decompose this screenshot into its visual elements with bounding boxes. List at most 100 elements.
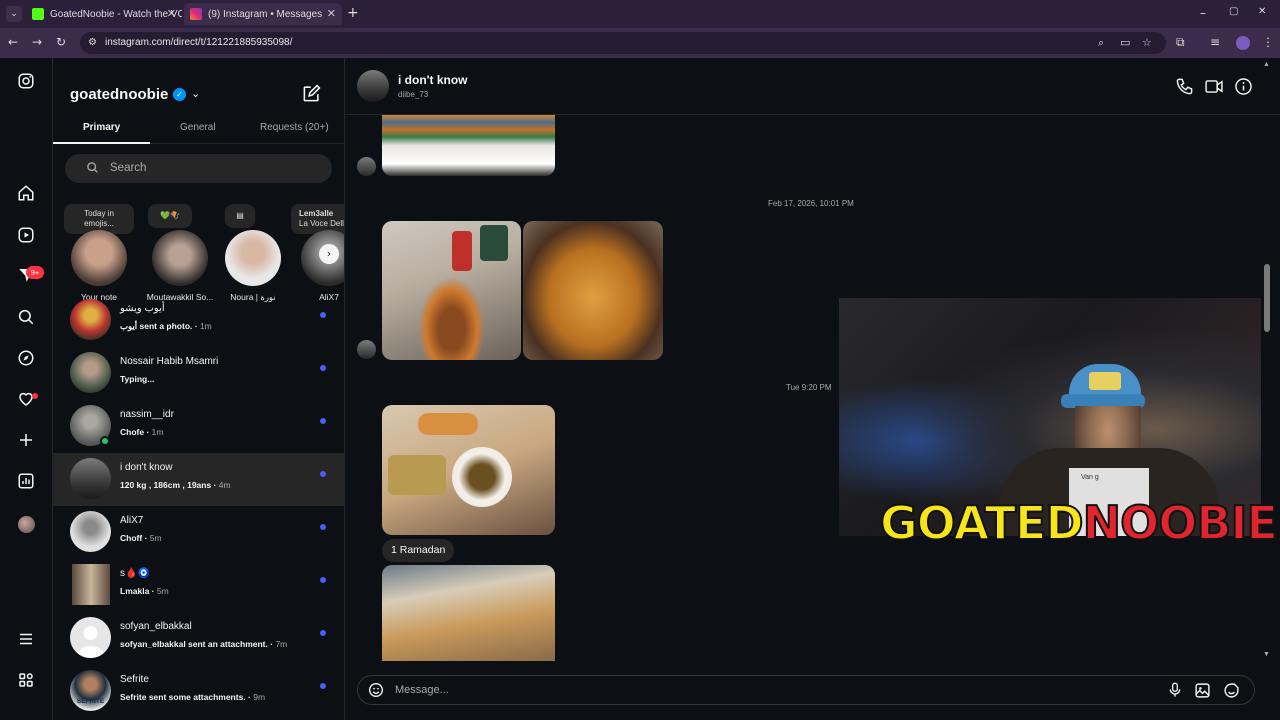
chat-subtitle: diibe_73 <box>398 90 429 99</box>
threads-icon[interactable] <box>14 671 38 695</box>
create-icon[interactable] <box>14 431 38 455</box>
message-caption[interactable]: 1 Ramadan <box>382 539 455 562</box>
sticker-icon[interactable] <box>1223 682 1240 704</box>
profile-avatar[interactable] <box>18 516 35 533</box>
chat-photo[interactable] <box>382 115 555 176</box>
reload-icon[interactable]: ↻ <box>56 35 66 49</box>
microphone-icon[interactable] <box>1167 682 1183 703</box>
unread-dot <box>320 630 326 636</box>
scroll-up-icon[interactable]: ▲ <box>1263 61 1270 68</box>
home-icon[interactable] <box>14 184 38 208</box>
note-text: La Voce Della <box>299 219 345 228</box>
close-tab-icon[interactable]: ✕ <box>327 7 336 20</box>
conversation-item[interactable]: AliX7 Choff · 5m <box>53 506 344 559</box>
site-info-icon[interactable]: ⚙ <box>88 32 97 54</box>
search-icon[interactable] <box>14 308 38 332</box>
extensions-icon[interactable]: ⧉ <box>1176 35 1185 50</box>
avatar-logo-text: SEFRITE <box>76 698 105 705</box>
chat-avatar[interactable] <box>357 70 389 102</box>
search-placeholder: Search <box>110 162 147 174</box>
stream-logo-text: GOATEDNOOBIE <box>879 495 1279 551</box>
story-avatar <box>71 230 127 286</box>
bookmark-star-icon[interactable]: ☆ <box>1142 32 1152 54</box>
close-tab-icon[interactable]: ✕ <box>167 7 176 20</box>
forward-icon[interactable]: → <box>32 35 42 49</box>
tab-general[interactable]: General <box>180 122 216 133</box>
scrollbar-thumb[interactable] <box>1264 264 1270 332</box>
unread-dot <box>320 577 326 583</box>
note-text: 💚🪁 <box>160 211 180 220</box>
conversation-info-icon[interactable] <box>1234 77 1253 101</box>
message-timestamp: Feb 17, 2026, 10:01 PM <box>768 199 854 208</box>
note-text: Today in <box>84 209 114 218</box>
story-noura[interactable]: Noura | نورة <box>223 230 283 303</box>
voice-call-icon[interactable] <box>1175 77 1194 101</box>
chat-title[interactable]: i don't know <box>398 73 468 87</box>
image-upload-icon[interactable] <box>1194 682 1211 704</box>
conversation-item[interactable]: SEFRITE Sefrite Sefrite sent some attach… <box>53 665 344 718</box>
conversation-preview: Choff · 5m <box>120 533 162 543</box>
zoom-icon[interactable]: ⌕ <box>1098 32 1104 54</box>
story-alix7[interactable]: AliX7 <box>299 230 344 302</box>
chat-photo[interactable] <box>382 221 521 360</box>
browser-tab-kick[interactable]: GoatedNoobie - Watch the VO ✕ <box>26 3 182 25</box>
maximize-button[interactable]: ▢ <box>1229 6 1238 17</box>
browser-tab-instagram[interactable]: (9) Instagram • Messages ✕ <box>184 3 342 25</box>
reading-list-icon[interactable]: ≡ <box>1210 35 1220 49</box>
story-your-note[interactable]: Your note <box>69 230 129 302</box>
conversation-avatar <box>70 352 111 393</box>
tab-search-icon[interactable]: ⌄ <box>6 6 22 22</box>
cast-icon[interactable]: ▭ <box>1120 32 1130 54</box>
instagram-logo-icon[interactable] <box>14 72 38 96</box>
tab-primary[interactable]: Primary <box>83 122 120 133</box>
conversation-item[interactable]: sofyan_elbakkal sofyan_elbakkal sent an … <box>53 612 344 665</box>
message-composer[interactable]: Message... <box>357 675 1255 705</box>
close-window-button[interactable]: ✕ <box>1258 6 1266 17</box>
menu-icon[interactable] <box>14 630 38 654</box>
unread-dot <box>320 312 326 318</box>
stories-next-arrow-icon[interactable]: › <box>319 244 339 264</box>
explore-icon[interactable] <box>14 349 38 373</box>
unread-dot <box>320 683 326 689</box>
new-tab-button[interactable]: + <box>347 5 359 21</box>
conversation-item[interactable]: nassim__idr Chofe · 1m <box>53 400 344 453</box>
chat-photo[interactable] <box>523 221 663 360</box>
online-indicator <box>100 436 110 446</box>
minimize-button[interactable]: – <box>1200 6 1206 20</box>
new-message-icon[interactable] <box>302 84 321 108</box>
browser-menu-icon[interactable]: ⋮ <box>1262 35 1274 49</box>
instagram-favicon-icon <box>190 8 202 20</box>
dashboard-icon[interactable] <box>14 472 38 496</box>
tab-title: GoatedNoobie - Watch the VO <box>50 8 182 20</box>
story-moutawakkil[interactable]: Moutawakkil So... <box>145 230 215 302</box>
reels-icon[interactable] <box>14 226 38 250</box>
conversation-avatar <box>70 299 111 340</box>
unread-dot <box>320 418 326 424</box>
conversation-item[interactable]: s🩸🧿 Lmakla · 5m <box>53 559 344 612</box>
back-icon[interactable]: ← <box>8 35 18 49</box>
note-bubble[interactable]: 💚🪁 <box>148 204 192 228</box>
video-call-icon[interactable] <box>1204 77 1224 101</box>
sender-avatar <box>357 340 376 359</box>
photo-detail <box>388 455 446 495</box>
search-input[interactable]: Search <box>65 154 332 183</box>
conversation-item[interactable]: أيوب ويشو أيوب sent a photo. · 1m <box>53 294 344 347</box>
tab-requests[interactable]: Requests (20+) <box>260 122 329 133</box>
chat-photo[interactable] <box>382 565 555 661</box>
conversation-item-selected[interactable]: i don't know 120 kg , 186cm , 19ans · 4m <box>53 453 344 506</box>
note-bubble[interactable]: ▤ <box>225 204 255 228</box>
emoji-icon[interactable] <box>368 682 384 703</box>
photo-detail <box>480 225 508 261</box>
conversation-preview: Typing... <box>120 374 155 384</box>
chat-scrollbar[interactable]: ▲ ▼ <box>1263 58 1273 720</box>
conversation-item[interactable]: Nossair Habib Msamri Typing... <box>53 347 344 400</box>
chat-photo[interactable] <box>382 405 555 535</box>
inbox-username[interactable]: goatednoobie <box>70 86 168 103</box>
photo-detail <box>452 231 472 271</box>
account-switch-chevron-icon[interactable]: ⌄ <box>191 87 200 100</box>
conversation-preview: Sefrite sent some attachments. · 9m <box>120 692 266 702</box>
url-field[interactable]: ⚙ instagram.com/direct/t/121221885935098… <box>80 32 1166 54</box>
scroll-down-icon[interactable]: ▼ <box>1263 651 1270 658</box>
message-input[interactable]: Message... <box>395 684 449 696</box>
browser-profile-avatar[interactable] <box>1236 36 1250 50</box>
